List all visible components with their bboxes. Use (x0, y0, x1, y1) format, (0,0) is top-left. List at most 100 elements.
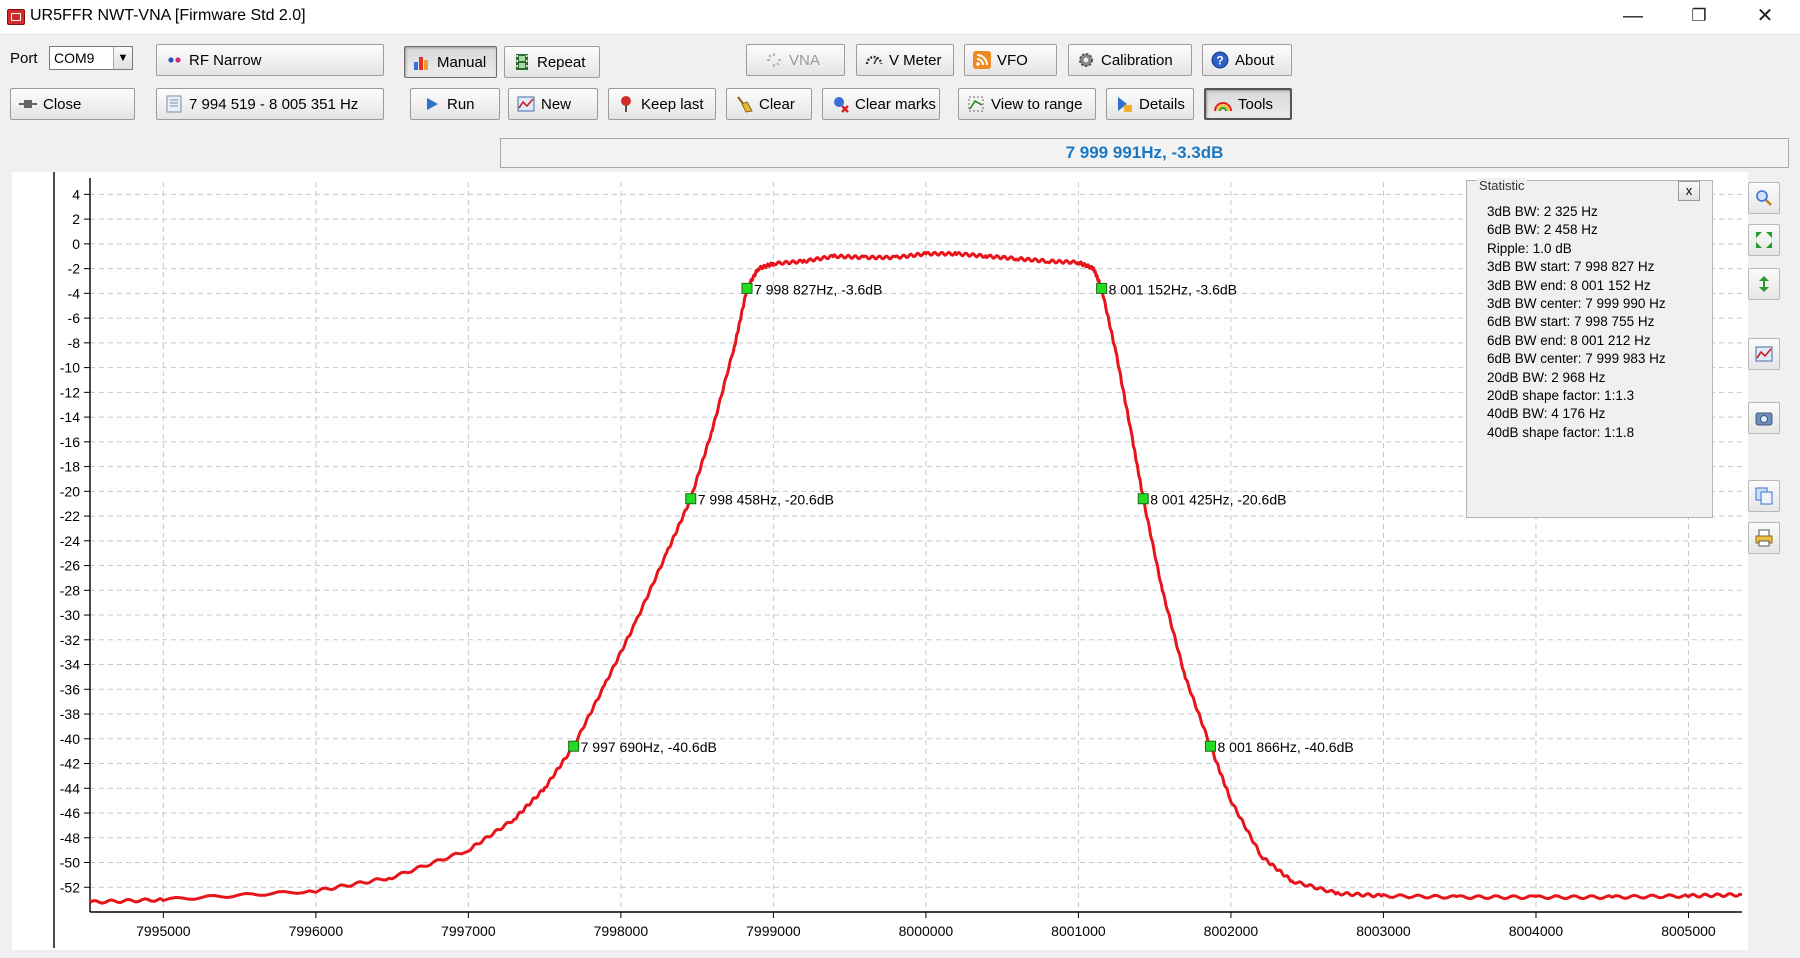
x-tick-label: 7998000 (594, 923, 649, 939)
marker-point[interactable] (741, 282, 753, 294)
manual-button[interactable]: Manual (404, 46, 497, 78)
marker-point[interactable] (1204, 740, 1216, 752)
close-label: Close (43, 95, 82, 113)
details-icon (1115, 95, 1133, 113)
manual-label: Manual (437, 53, 487, 71)
y-tick-label: -28 (60, 582, 80, 598)
chart-icon (1755, 345, 1773, 363)
range-icon (967, 95, 985, 113)
minimize-button[interactable]: — (1604, 0, 1662, 32)
fit-button[interactable] (1748, 224, 1780, 256)
y-tick-label: -26 (60, 558, 80, 574)
vna-button[interactable]: VNA (746, 44, 845, 76)
statistic-line: 20dB BW: 2 968 Hz (1487, 369, 1606, 385)
y-tick-label: 4 (72, 186, 80, 202)
repeat-button[interactable]: Repeat (504, 46, 600, 78)
chart-view-button[interactable] (1748, 338, 1780, 370)
statistic-line: 6dB BW end: 8 001 212 Hz (1487, 332, 1651, 348)
copy-button[interactable] (1748, 480, 1780, 512)
x-tick-label: 8002000 (1204, 923, 1259, 939)
statistic-line: 40dB BW: 4 176 Hz (1487, 406, 1606, 422)
bar-chart-icon (413, 53, 431, 71)
port-select[interactable]: COM9 ▼ (49, 46, 133, 70)
statistic-line: 3dB BW end: 8 001 152 Hz (1487, 277, 1651, 293)
marker-label: 8 001 866Hz, -40.6dB (1217, 739, 1353, 755)
close-window-button[interactable]: ✕ (1736, 0, 1794, 32)
disconnect-icon (19, 95, 37, 113)
clear-button[interactable]: Clear (726, 88, 812, 120)
new-label: New (541, 95, 572, 113)
rf-narrow-button[interactable]: RF Narrow (156, 44, 384, 76)
y-tick-label: 0 (72, 236, 80, 252)
y-tick-label: -30 (60, 607, 80, 623)
x-tick-label: 8005000 (1661, 923, 1716, 939)
statistic-line: 6dB BW start: 7 998 755 Hz (1487, 314, 1655, 330)
x-tick-label: 7999000 (746, 923, 801, 939)
print-button[interactable] (1748, 522, 1780, 554)
frequency-range-label: 7 994 519 - 8 005 351 Hz (189, 95, 359, 113)
close-button[interactable]: Close (10, 88, 135, 120)
port-label: Port (10, 50, 38, 67)
statistic-title: Statistic (1477, 178, 1527, 193)
clear-label: Clear (759, 95, 795, 113)
y-tick-label: -38 (60, 706, 80, 722)
tools-button[interactable]: Tools (1204, 88, 1292, 120)
chevron-down-icon[interactable]: ▼ (113, 47, 132, 69)
clear-marks-icon (831, 95, 849, 113)
new-button[interactable]: New (508, 88, 598, 120)
marker-point[interactable] (568, 740, 580, 752)
vertical-scale-button[interactable] (1748, 268, 1780, 300)
x-tick-label: 7996000 (289, 923, 344, 939)
details-button[interactable]: Details (1106, 88, 1194, 120)
frequency-range-button[interactable]: 7 994 519 - 8 005 351 Hz (156, 88, 384, 120)
keep-last-button[interactable]: Keep last (608, 88, 716, 120)
rf-narrow-label: RF Narrow (189, 51, 262, 69)
cursor-readout: 7 999 991Hz, -3.3dB (500, 138, 1789, 168)
screenshot-button[interactable] (1748, 402, 1780, 434)
run-button[interactable]: Run (410, 88, 500, 120)
zoom-button[interactable] (1748, 182, 1780, 214)
copy-icon (1755, 487, 1773, 505)
port-value: COM9 (54, 50, 95, 66)
view-to-range-button[interactable]: View to range (958, 88, 1096, 120)
x-tick-label: 7995000 (136, 923, 191, 939)
statistic-line: 20dB shape factor: 1:1.3 (1487, 388, 1635, 404)
about-label: About (1235, 51, 1275, 69)
x-tick-label: 8004000 (1509, 923, 1564, 939)
fit-icon (1755, 231, 1773, 249)
y-tick-label: -46 (60, 805, 80, 821)
broom-icon (735, 95, 753, 113)
v-meter-label: V Meter (889, 51, 942, 69)
vfo-button[interactable]: VFO (964, 44, 1057, 76)
marker-point[interactable] (1096, 282, 1108, 294)
y-tick-label: -20 (60, 483, 80, 499)
marker-label: 8 001 152Hz, -3.6dB (1109, 281, 1237, 297)
print-icon (1755, 529, 1773, 547)
y-tick-label: -6 (68, 310, 81, 326)
view-to-range-label: View to range (991, 95, 1083, 113)
calibration-button[interactable]: Calibration (1068, 44, 1192, 76)
vna-label: VNA (789, 51, 820, 69)
vfo-label: VFO (997, 51, 1028, 69)
y-tick-label: -36 (60, 681, 80, 697)
marker-point[interactable] (1137, 493, 1149, 505)
y-tick-label: -2 (68, 261, 81, 277)
y-tick-label: -14 (60, 409, 80, 425)
y-tick-label: -24 (60, 533, 80, 549)
meter-icon (865, 51, 883, 69)
title-bar: UR5FFR NWT-VNA [Firmware Std 2.0] — ❐ ✕ (0, 0, 1800, 35)
statistic-close-button[interactable]: x (1678, 181, 1700, 201)
restore-button[interactable]: ❐ (1670, 0, 1728, 32)
statistic-line: 40dB shape factor: 1:1.8 (1487, 424, 1635, 440)
marker-point[interactable] (685, 493, 697, 505)
statistic-line: 6dB BW center: 7 999 983 Hz (1487, 351, 1666, 367)
statistic-line: 3dB BW center: 7 999 990 Hz (1487, 296, 1666, 312)
clear-marks-button[interactable]: Clear marks (822, 88, 940, 120)
y-tick-label: -42 (60, 756, 80, 772)
y-tick-label: -8 (68, 335, 81, 351)
marker-label: 7 997 690Hz, -40.6dB (581, 739, 717, 755)
v-meter-button[interactable]: V Meter (856, 44, 954, 76)
about-button[interactable]: ? About (1202, 44, 1292, 76)
x-tick-label: 8003000 (1356, 923, 1411, 939)
statistic-line: 3dB BW start: 7 998 827 Hz (1487, 259, 1655, 275)
